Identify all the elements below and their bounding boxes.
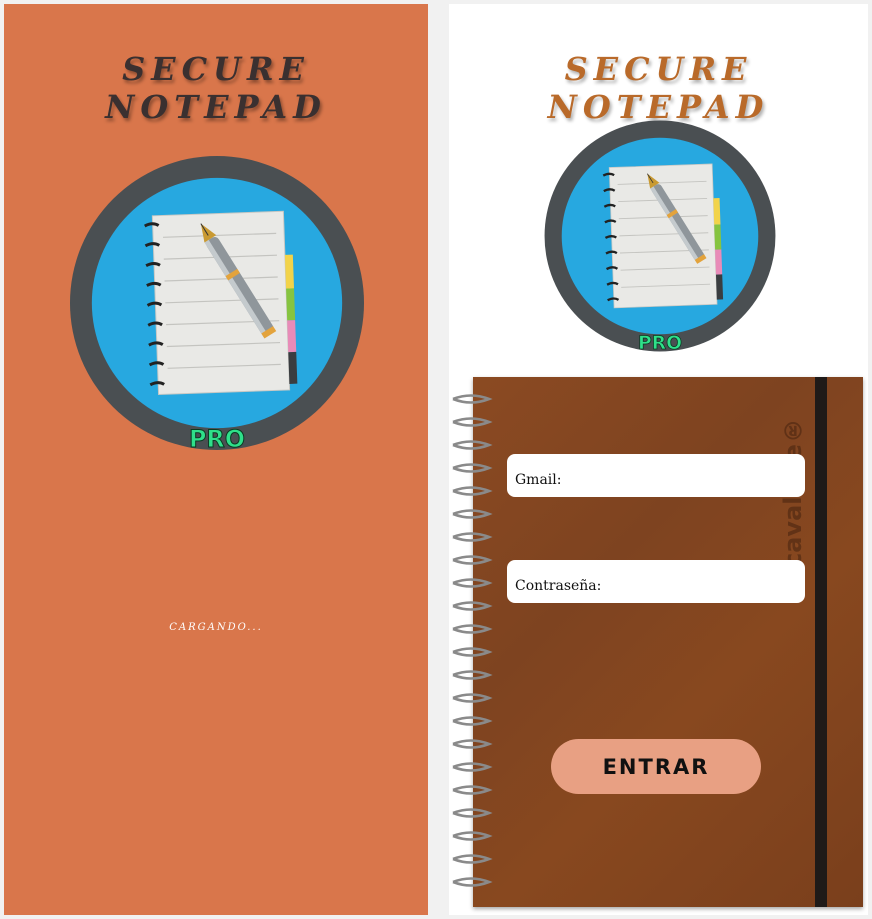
splash-screen: SECURE NOTEPAD PRO CARGANDO... (4, 4, 428, 915)
entrar-button[interactable]: ENTRAR (551, 739, 761, 794)
loading-text: CARGANDO... (169, 622, 263, 633)
password-input[interactable] (605, 576, 797, 595)
pro-badge: PRO (189, 425, 245, 452)
notepad-with-pen-icon: PRO (544, 120, 776, 353)
login-notebook: cavallote® Gmail: Contraseña: ENTRAR (449, 377, 868, 907)
pro-badge: PRO (638, 333, 682, 353)
notebook-strap (815, 377, 827, 907)
gmail-label: Gmail: (515, 471, 562, 488)
gmail-field[interactable]: Gmail: (507, 454, 805, 497)
notepad-with-pen-icon: PRO (69, 155, 365, 452)
password-field[interactable]: Contraseña: (507, 560, 805, 603)
splash-title: SECURE NOTEPAD (105, 50, 327, 126)
gmail-input[interactable] (565, 470, 797, 489)
login-logo: PRO (543, 119, 777, 353)
login-screen: SECURE NOTEPAD PRO Gmail: Contraseña: EN… (449, 4, 868, 915)
app-root: SECURE NOTEPAD PRO CARGANDO... SECURE NO… (0, 0, 872, 919)
password-label: Contraseña: (515, 577, 602, 594)
splash-logo: PRO (68, 154, 366, 452)
login-title: SECURE NOTEPAD (547, 50, 770, 126)
spiral-binding-icon (452, 394, 493, 887)
